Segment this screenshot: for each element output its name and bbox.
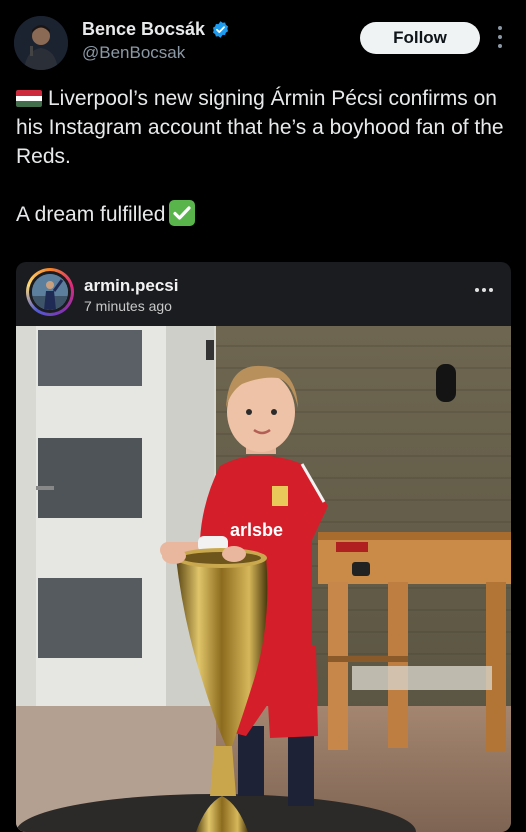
shirt-sponsor-text: arlsbe: [230, 520, 283, 540]
tweet-paragraph-2: A dream fulfilled: [16, 200, 516, 229]
instagram-profile-photo: [32, 274, 68, 310]
verified-badge-icon: [213, 21, 229, 38]
tweet-line-1: Liverpool’s new signing Ármin Pécsi conf…: [16, 87, 504, 168]
author-avatar[interactable]: [14, 16, 68, 70]
tweet-line-2: A dream fulfilled: [16, 203, 166, 226]
author-name-row[interactable]: Bence Bocsák: [82, 19, 230, 40]
instagram-avatar[interactable]: [26, 268, 74, 316]
more-horizontal-icon[interactable]: [475, 288, 493, 292]
author-name[interactable]: Bence Bocsák: [82, 19, 205, 40]
instagram-embed-card[interactable]: armin.pecsi 7 minutes ago arlsbe: [16, 262, 511, 832]
more-vertical-icon[interactable]: [494, 26, 506, 48]
check-mark-button-icon: [169, 200, 196, 226]
instagram-timestamp: 7 minutes ago: [84, 298, 172, 314]
profile-photo: [14, 16, 68, 70]
post-photo[interactable]: arlsbe: [16, 326, 511, 832]
author-handle[interactable]: @BenBocsak: [82, 43, 185, 63]
instagram-username[interactable]: armin.pecsi: [84, 276, 179, 296]
tweet-paragraph-1: Liverpool’s new signing Ármin Pécsi conf…: [16, 84, 516, 171]
follow-button[interactable]: Follow: [360, 22, 480, 54]
hungary-flag-icon: [16, 90, 42, 107]
tweet-text: Liverpool’s new signing Ármin Pécsi conf…: [16, 84, 516, 229]
